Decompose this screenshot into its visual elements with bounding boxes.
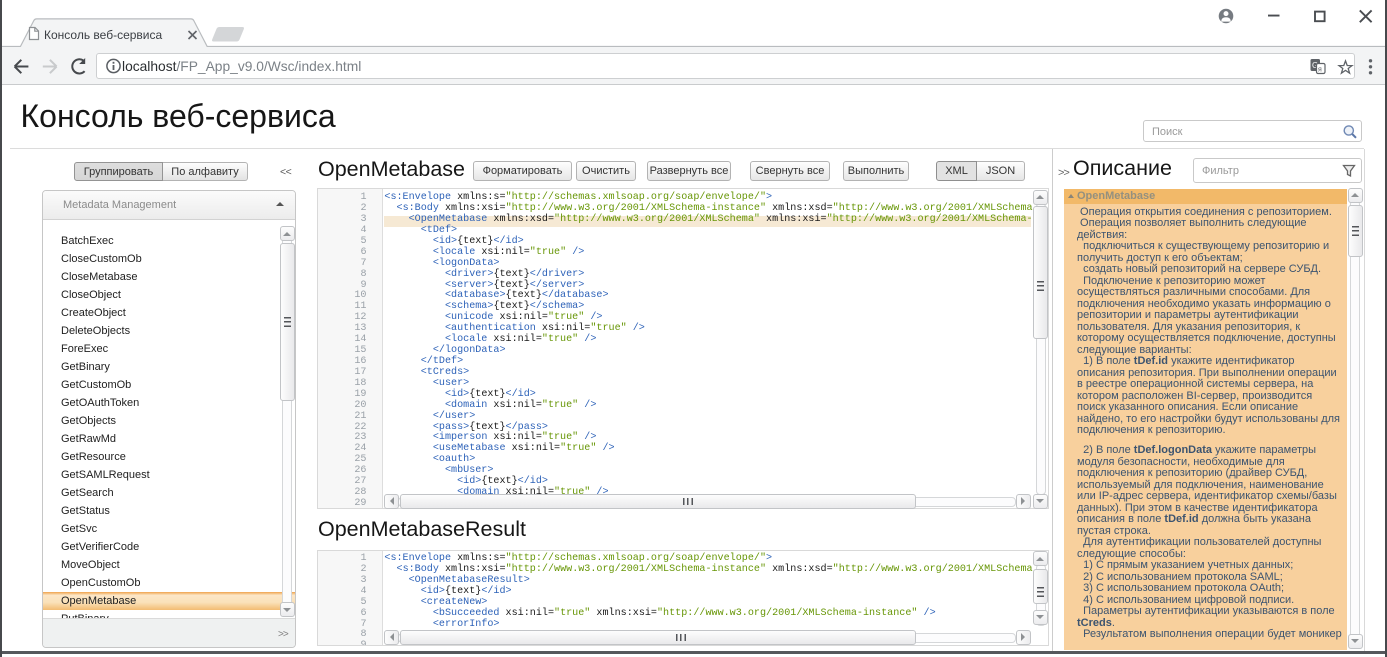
svg-text:я: я — [1318, 67, 1322, 74]
